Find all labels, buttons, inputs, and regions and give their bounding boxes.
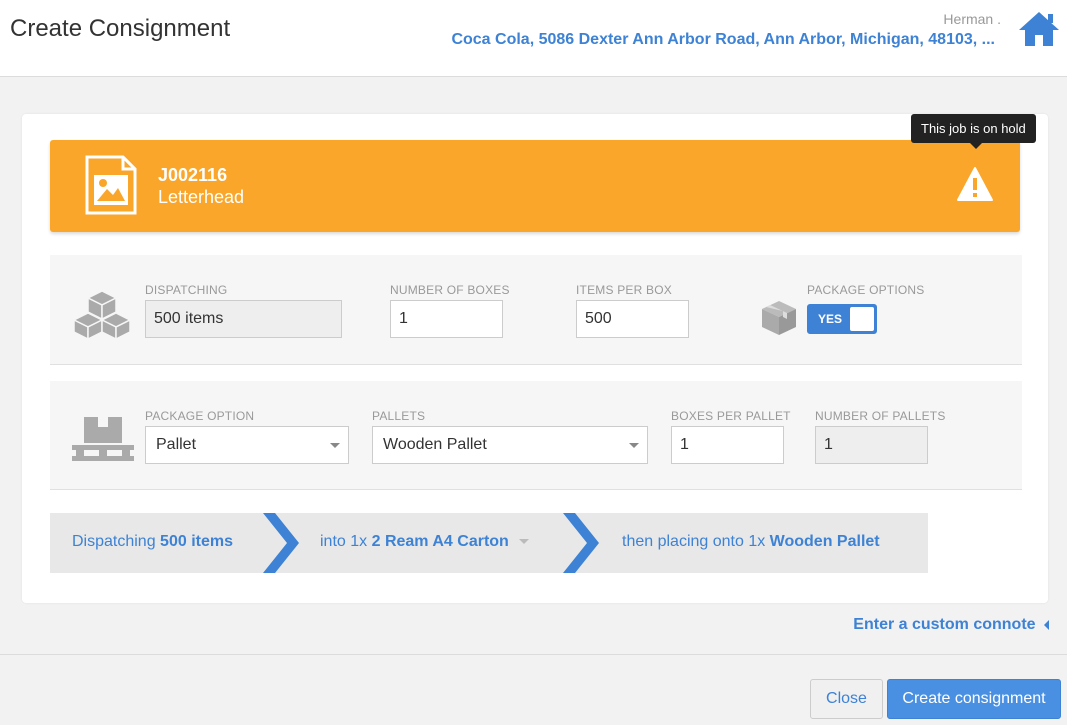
on-hold-tooltip: This job is on hold bbox=[911, 114, 1036, 143]
header: Create Consignment Herman . Coca Cola, 5… bbox=[0, 0, 1067, 77]
number-of-pallets-label: NUMBER OF PALLETS bbox=[815, 409, 946, 423]
image-icon bbox=[85, 155, 137, 215]
footer: Close Create consignment bbox=[0, 654, 1067, 725]
package-option-label: PACKAGE OPTION bbox=[145, 409, 255, 423]
package-options-toggle[interactable]: YES bbox=[807, 304, 877, 334]
caret-down-icon bbox=[519, 539, 530, 545]
number-of-pallets-field: 1 bbox=[815, 426, 928, 464]
number-of-boxes-field[interactable]: 1 bbox=[390, 300, 503, 338]
chevron-right-icon bbox=[255, 509, 305, 577]
warning-icon[interactable] bbox=[956, 166, 994, 202]
summary-step-pallet: then placing onto 1x Wooden Pallet bbox=[622, 533, 880, 551]
pallets-label: PALLETS bbox=[372, 409, 426, 423]
package-icon bbox=[760, 299, 798, 342]
items-per-box-label: ITEMS PER BOX bbox=[576, 283, 672, 297]
summary-step-carton[interactable]: into 1x 2 Ream A4 Carton bbox=[320, 533, 530, 551]
pallets-value: Wooden Pallet bbox=[383, 436, 487, 453]
customer-address: Coca Cola, 5086 Dexter Ann Arbor Road, A… bbox=[451, 31, 995, 48]
job-name: Letterhead bbox=[158, 187, 245, 207]
summary-step3-prefix: then placing onto 1x bbox=[622, 533, 770, 550]
summary-step2-prefix: into 1x bbox=[320, 533, 372, 550]
pallets-select[interactable]: Wooden Pallet bbox=[372, 426, 648, 464]
job-banner: J002116 Letterhead bbox=[50, 140, 1020, 232]
close-button[interactable]: Close bbox=[810, 679, 883, 719]
items-per-box-field[interactable]: 500 bbox=[576, 300, 689, 338]
summary-step1-value: 500 items bbox=[160, 533, 233, 550]
boxes-icon bbox=[72, 289, 132, 344]
user-name: Herman . bbox=[943, 11, 1001, 27]
home-icon[interactable] bbox=[1017, 10, 1061, 48]
job-number: J002116 bbox=[158, 165, 228, 185]
dispatching-field: 500 items bbox=[145, 300, 342, 338]
dispatch-summary: Dispatching 500 items into 1x 2 Ream A4 … bbox=[50, 513, 928, 573]
boxes-per-pallet-field[interactable]: 1 bbox=[671, 426, 784, 464]
chevron-down-icon bbox=[330, 443, 340, 448]
boxes-per-pallet-label: BOXES PER PALLET bbox=[671, 409, 791, 423]
package-option-value: Pallet bbox=[156, 436, 197, 453]
summary-step3-value: Wooden Pallet bbox=[769, 533, 880, 550]
summary-step2-value: 2 Ream A4 Carton bbox=[371, 533, 509, 550]
caret-left-icon bbox=[1044, 619, 1049, 630]
chevron-down-icon bbox=[629, 443, 639, 448]
summary-step1-prefix: Dispatching bbox=[72, 533, 161, 550]
create-consignment-button[interactable]: Create consignment bbox=[887, 679, 1061, 719]
package-options-label: PACKAGE OPTIONS bbox=[807, 283, 925, 297]
chevron-right-icon bbox=[555, 509, 605, 577]
summary-step-dispatching: Dispatching 500 items bbox=[72, 533, 233, 551]
custom-connote-label: Enter a custom connote bbox=[853, 616, 1036, 633]
pallet-icon bbox=[72, 415, 134, 470]
toggle-knob bbox=[850, 307, 874, 331]
dispatching-label: DISPATCHING bbox=[145, 283, 228, 297]
custom-connote-link[interactable]: Enter a custom connote bbox=[853, 616, 1049, 634]
consignment-card: J002116 Letterhead This job is on hold D… bbox=[22, 114, 1048, 603]
tooltip-arrow bbox=[970, 143, 982, 149]
pallet-section: PACKAGE OPTION Pallet PALLETS Wooden Pal… bbox=[50, 381, 1022, 490]
package-option-select[interactable]: Pallet bbox=[145, 426, 349, 464]
page-title: Create Consignment bbox=[10, 15, 231, 42]
toggle-label: YES bbox=[818, 312, 843, 326]
number-of-boxes-label: NUMBER OF BOXES bbox=[390, 283, 510, 297]
dispatch-section: DISPATCHING 500 items NUMBER OF BOXES 1 … bbox=[50, 255, 1022, 365]
